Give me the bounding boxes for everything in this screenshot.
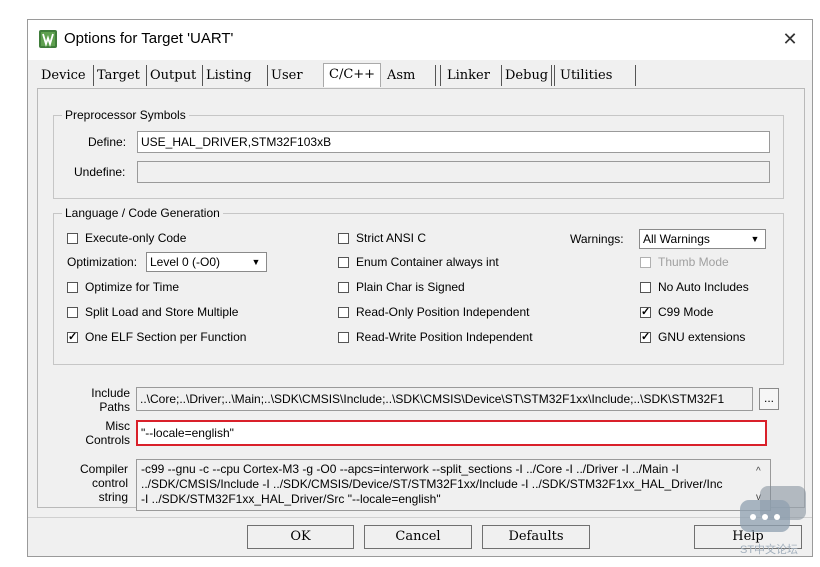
gnu-extensions-box[interactable] (640, 330, 651, 343)
include-paths-input[interactable]: ..\Core;..\Driver;..\Main;..\SDK\CMSIS\I… (136, 387, 753, 411)
enum-container-box[interactable] (338, 256, 349, 268)
misc-label-line1: Misc (105, 419, 130, 433)
ok-button[interactable]: OK (247, 525, 354, 549)
language-group: Language / Code Generation Execute-only … (53, 206, 784, 365)
warnings-value: All Warnings (643, 232, 710, 246)
ro-position-label: Read-Only Position Independent (356, 305, 530, 319)
thumb-mode-label: Thumb Mode (658, 255, 729, 269)
scroll-up-icon[interactable]: ^ (756, 464, 761, 479)
tab-device[interactable]: Device (38, 65, 94, 86)
rw-position-checkbox[interactable]: Read-Write Position Independent (338, 330, 533, 344)
compiler-label-line3: string (98, 490, 128, 504)
compiler-control-string[interactable]: -c99 --gnu -c --cpu Cortex-M3 -g -O0 --a… (136, 459, 771, 511)
strict-ansi-box[interactable] (338, 232, 349, 244)
compiler-control-label: Compiler control string (68, 462, 128, 504)
define-input[interactable]: USE_HAL_DRIVER,STM32F103xB (137, 131, 770, 153)
cc-options-panel: Preprocessor Symbols Define: USE_HAL_DRI… (37, 88, 805, 511)
compiler-line-3: -I ../SDK/STM32F1xx_HAL_Driver/Src "--lo… (141, 492, 441, 506)
tab-user[interactable]: User (268, 65, 316, 86)
strict-ansi-checkbox[interactable]: Strict ANSI C (338, 231, 426, 245)
misc-controls-label: Misc Controls (78, 419, 130, 447)
split-load-label: Split Load and Store Multiple (85, 305, 239, 319)
compiler-label-line2: control (91, 476, 128, 490)
plain-char-checkbox[interactable]: Plain Char is Signed (338, 280, 465, 294)
st-forum-watermark: ST中文论坛 (740, 478, 812, 558)
thumb-mode-checkbox[interactable]: Thumb Mode (640, 255, 729, 269)
window-title: Options for Target 'UART' (64, 30, 234, 47)
c99-mode-checkbox[interactable]: C99 Mode (640, 305, 713, 319)
defaults-button[interactable]: Defaults (482, 525, 590, 549)
warnings-label: Warnings: (570, 232, 624, 246)
close-button[interactable]: ✕ (776, 26, 804, 54)
rw-position-label: Read-Write Position Independent (356, 330, 533, 344)
define-label: Define: (88, 135, 127, 149)
tab-output[interactable]: Output (147, 65, 203, 86)
gnu-extensions-checkbox[interactable]: GNU extensions (640, 330, 745, 344)
misc-label-line2: Controls (85, 433, 130, 447)
cancel-button[interactable]: Cancel (364, 525, 472, 549)
preprocessor-group-title: Preprocessor Symbols (62, 108, 189, 122)
execute-only-box[interactable] (67, 232, 78, 244)
no-auto-includes-label: No Auto Includes (658, 280, 749, 294)
split-load-checkbox[interactable]: Split Load and Store Multiple (67, 305, 238, 319)
chevron-down-icon: ▼ (750, 234, 760, 244)
chevron-down-icon: ▼ (251, 257, 261, 267)
tab-asm[interactable]: Asm (384, 65, 436, 86)
optimize-time-box[interactable] (67, 281, 78, 293)
tab-listing[interactable]: Listing (203, 65, 268, 86)
one-elf-box[interactable] (67, 330, 78, 343)
tab-target[interactable]: Target (94, 65, 147, 86)
misc-controls-input[interactable]: "--locale=english" (136, 420, 767, 446)
c99-mode-label: C99 Mode (658, 305, 714, 319)
options-dialog: Options for Target 'UART' ✕ Device Targe… (27, 19, 813, 557)
tab-linker[interactable]: Linker (440, 65, 502, 86)
compiler-label-line1: Compiler (79, 462, 128, 476)
optimize-time-label: Optimize for Time (85, 280, 180, 294)
one-elf-checkbox[interactable]: One ELF Section per Function (67, 330, 246, 344)
execute-only-label: Execute-only Code (85, 231, 187, 245)
watermark-text: ST中文论坛 (740, 544, 799, 556)
include-paths-label: Include Paths (78, 386, 130, 414)
gnu-extensions-label: GNU extensions (658, 330, 746, 344)
keil-uvision-icon (39, 30, 57, 48)
undefine-label: Undefine: (74, 165, 126, 179)
one-elf-label: One ELF Section per Function (85, 330, 247, 344)
optimization-select[interactable]: Level 0 (-O0) ▼ (146, 252, 267, 272)
include-label-line1: Include (91, 386, 130, 400)
ro-position-box[interactable] (338, 306, 349, 318)
include-browse-button[interactable]: ... (759, 388, 779, 410)
optimize-time-checkbox[interactable]: Optimize for Time (67, 280, 179, 294)
strict-ansi-label: Strict ANSI C (356, 231, 427, 245)
title-bar: Options for Target 'UART' ✕ (28, 20, 812, 60)
execute-only-checkbox[interactable]: Execute-only Code (67, 231, 186, 245)
footer-separator (28, 517, 812, 518)
tab-utilities[interactable]: Utilities (554, 65, 636, 86)
optimization-label: Optimization: (67, 255, 138, 269)
plain-char-label: Plain Char is Signed (356, 280, 465, 294)
c99-mode-box[interactable] (640, 305, 651, 318)
include-label-line2: Paths (99, 400, 130, 414)
no-auto-includes-checkbox[interactable]: No Auto Includes (640, 280, 749, 294)
split-load-box[interactable] (67, 306, 78, 318)
rw-position-box[interactable] (338, 331, 349, 343)
ro-position-checkbox[interactable]: Read-Only Position Independent (338, 305, 529, 319)
no-auto-includes-box[interactable] (640, 281, 651, 293)
preprocessor-group: Preprocessor Symbols Define: USE_HAL_DRI… (53, 108, 784, 199)
plain-char-box[interactable] (338, 281, 349, 293)
enum-container-checkbox[interactable]: Enum Container always int (338, 255, 499, 269)
undefine-input[interactable] (137, 161, 770, 183)
compiler-line-1: -c99 --gnu -c --cpu Cortex-M3 -g -O0 --a… (141, 462, 679, 476)
tab-c-cpp[interactable]: C/C++ (323, 63, 381, 87)
thumb-mode-box[interactable] (640, 256, 651, 268)
language-group-title: Language / Code Generation (62, 206, 223, 220)
tab-debug[interactable]: Debug (502, 65, 552, 86)
enum-container-label: Enum Container always int (356, 255, 499, 269)
warnings-select[interactable]: All Warnings ▼ (639, 229, 766, 249)
optimization-value: Level 0 (-O0) (150, 255, 221, 269)
chat-bubble-icon (740, 486, 806, 532)
compiler-line-2: ../SDK/CMSIS/Include -I ../SDK/CMSIS/Dev… (141, 477, 723, 491)
